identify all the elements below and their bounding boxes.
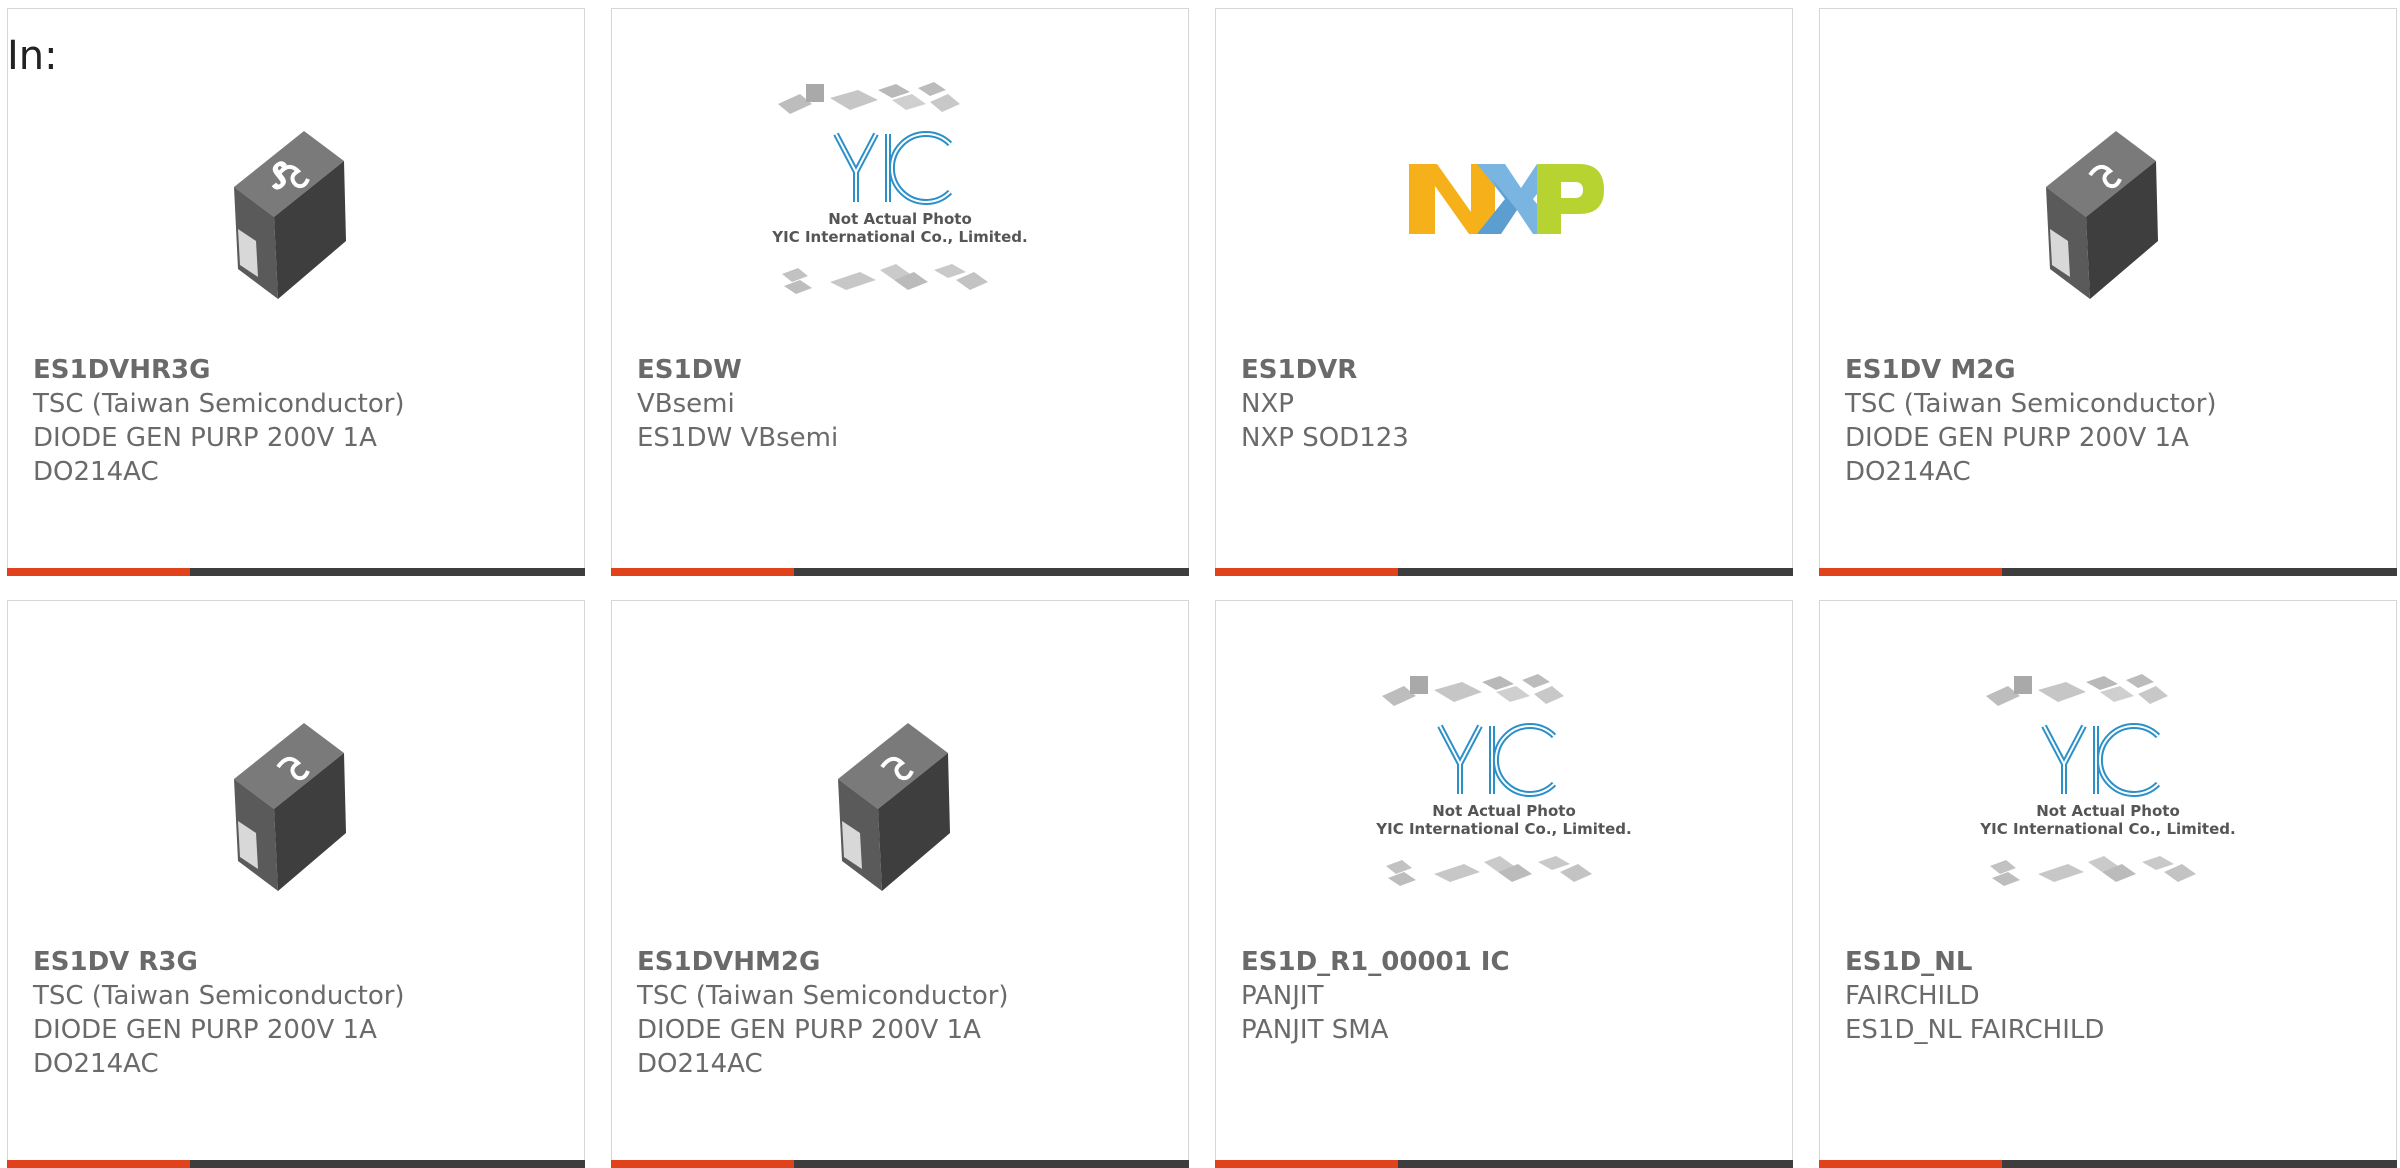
card-accent [611,1160,794,1168]
description-line: ES1DW VBsemi [637,423,839,453]
tsc-diode-package-icon [838,723,950,891]
card-bottom-bar [7,1160,585,1168]
card-accent [7,568,190,576]
product-card[interactable]: ES1DV M2G TSC (Taiwan Semiconductor) DIO… [1819,8,2397,576]
in-label: In: [7,33,58,79]
yic-placeholder-icon: Not Actual Photo YIC International Co., … [1979,674,2236,886]
card-accent [1215,568,1398,576]
card-accent [1819,568,2002,576]
placeholder-text: YIC International Co., Limited. [1375,820,1631,838]
tsc-diode-package-icon: ᔑ [234,131,346,299]
product-card[interactable]: ES1DVHM2G TSC (Taiwan Semiconductor) DIO… [611,600,1189,1168]
card-bottom-bar [611,1160,1189,1168]
card-bottom-bar [1819,568,2397,576]
manufacturer: TSC (Taiwan Semiconductor) [33,981,405,1011]
part-number: ES1D_R1_00001 IC [1241,947,1510,977]
card-accent [1819,1160,2002,1168]
product-image: Not Actual Photo YIC International Co., … [1820,641,2396,941]
part-number: ES1DVR [1241,355,1358,385]
description-line: DO214AC [637,1049,763,1079]
card-bottom-bar [1215,568,1793,576]
card-accent [611,568,794,576]
placeholder-text: YIC International Co., Limited. [1979,820,2235,838]
product-image [1820,49,2396,349]
part-number: ES1DW [637,355,742,385]
product-image [612,641,1188,941]
description-line: DO214AC [33,1049,159,1079]
product-card[interactable]: ᔑ ES1DVHR3G TSC (Taiwan Semiconductor) D… [7,8,585,576]
description-line: DIODE GEN PURP 200V 1A [33,1015,377,1045]
manufacturer: PANJIT [1241,981,1324,1011]
manufacturer: NXP [1241,389,1294,419]
product-card[interactable]: Not Actual Photo YIC International Co., … [1819,600,2397,1168]
product-image [1216,49,1792,349]
placeholder-text: Not Actual Photo [2036,802,2180,820]
placeholder-text: Not Actual Photo [1432,802,1576,820]
card-accent [7,1160,190,1168]
manufacturer: FAIRCHILD [1845,981,1980,1011]
product-grid: ᔑ ES1DVHR3G TSC (Taiwan Semiconductor) D… [7,8,2400,1168]
product-card[interactable]: ES1DV R3G TSC (Taiwan Semiconductor) DIO… [7,600,585,1168]
card-bottom-bar [1819,1160,2397,1168]
nxp-logo [1409,164,1604,234]
yic-placeholder-icon: Not Actual Photo YIC International Co., … [1375,674,1632,886]
manufacturer: VBsemi [637,389,735,419]
manufacturer: TSC (Taiwan Semiconductor) [33,389,405,419]
description-line: DO214AC [1845,457,1971,487]
card-bottom-bar [611,568,1189,576]
description-line: NXP SOD123 [1241,423,1409,453]
placeholder-text: Not Actual Photo [828,210,972,228]
manufacturer: TSC (Taiwan Semiconductor) [1845,389,2217,419]
product-card[interactable]: Not Actual Photo YIC International Co., … [1215,600,1793,1168]
card-accent [1215,1160,1398,1168]
card-bottom-bar [7,568,585,576]
product-card[interactable]: ES1DVR NXP NXP SOD123 [1215,8,1793,576]
tsc-diode-package-icon [234,723,346,891]
part-number: ES1DV R3G [33,947,198,977]
manufacturer: TSC (Taiwan Semiconductor) [637,981,1009,1011]
yic-placeholder-icon: Not Actual Photo YIC International Co., … [771,82,1028,294]
description-line: DIODE GEN PURP 200V 1A [637,1015,981,1045]
part-number: ES1DVHM2G [637,947,821,977]
product-image: Not Actual Photo YIC International Co., … [612,49,1188,349]
part-number: ES1D_NL [1845,947,1973,977]
product-image: ᔑ [8,49,584,349]
description-line: DIODE GEN PURP 200V 1A [33,423,377,453]
product-image: Not Actual Photo YIC International Co., … [1216,641,1792,941]
description-line: DO214AC [33,457,159,487]
part-number: ES1DVHR3G [33,355,211,385]
description-line: ES1D_NL FAIRCHILD [1845,1015,2105,1045]
part-number: ES1DV M2G [1845,355,2016,385]
tsc-diode-package-icon [2046,131,2158,299]
description-line: PANJIT SMA [1241,1015,1389,1045]
description-line: DIODE GEN PURP 200V 1A [1845,423,2189,453]
card-bottom-bar [1215,1160,1793,1168]
placeholder-text: YIC International Co., Limited. [771,228,1027,246]
product-image [8,641,584,941]
product-card[interactable]: Not Actual Photo YIC International Co., … [611,8,1189,576]
